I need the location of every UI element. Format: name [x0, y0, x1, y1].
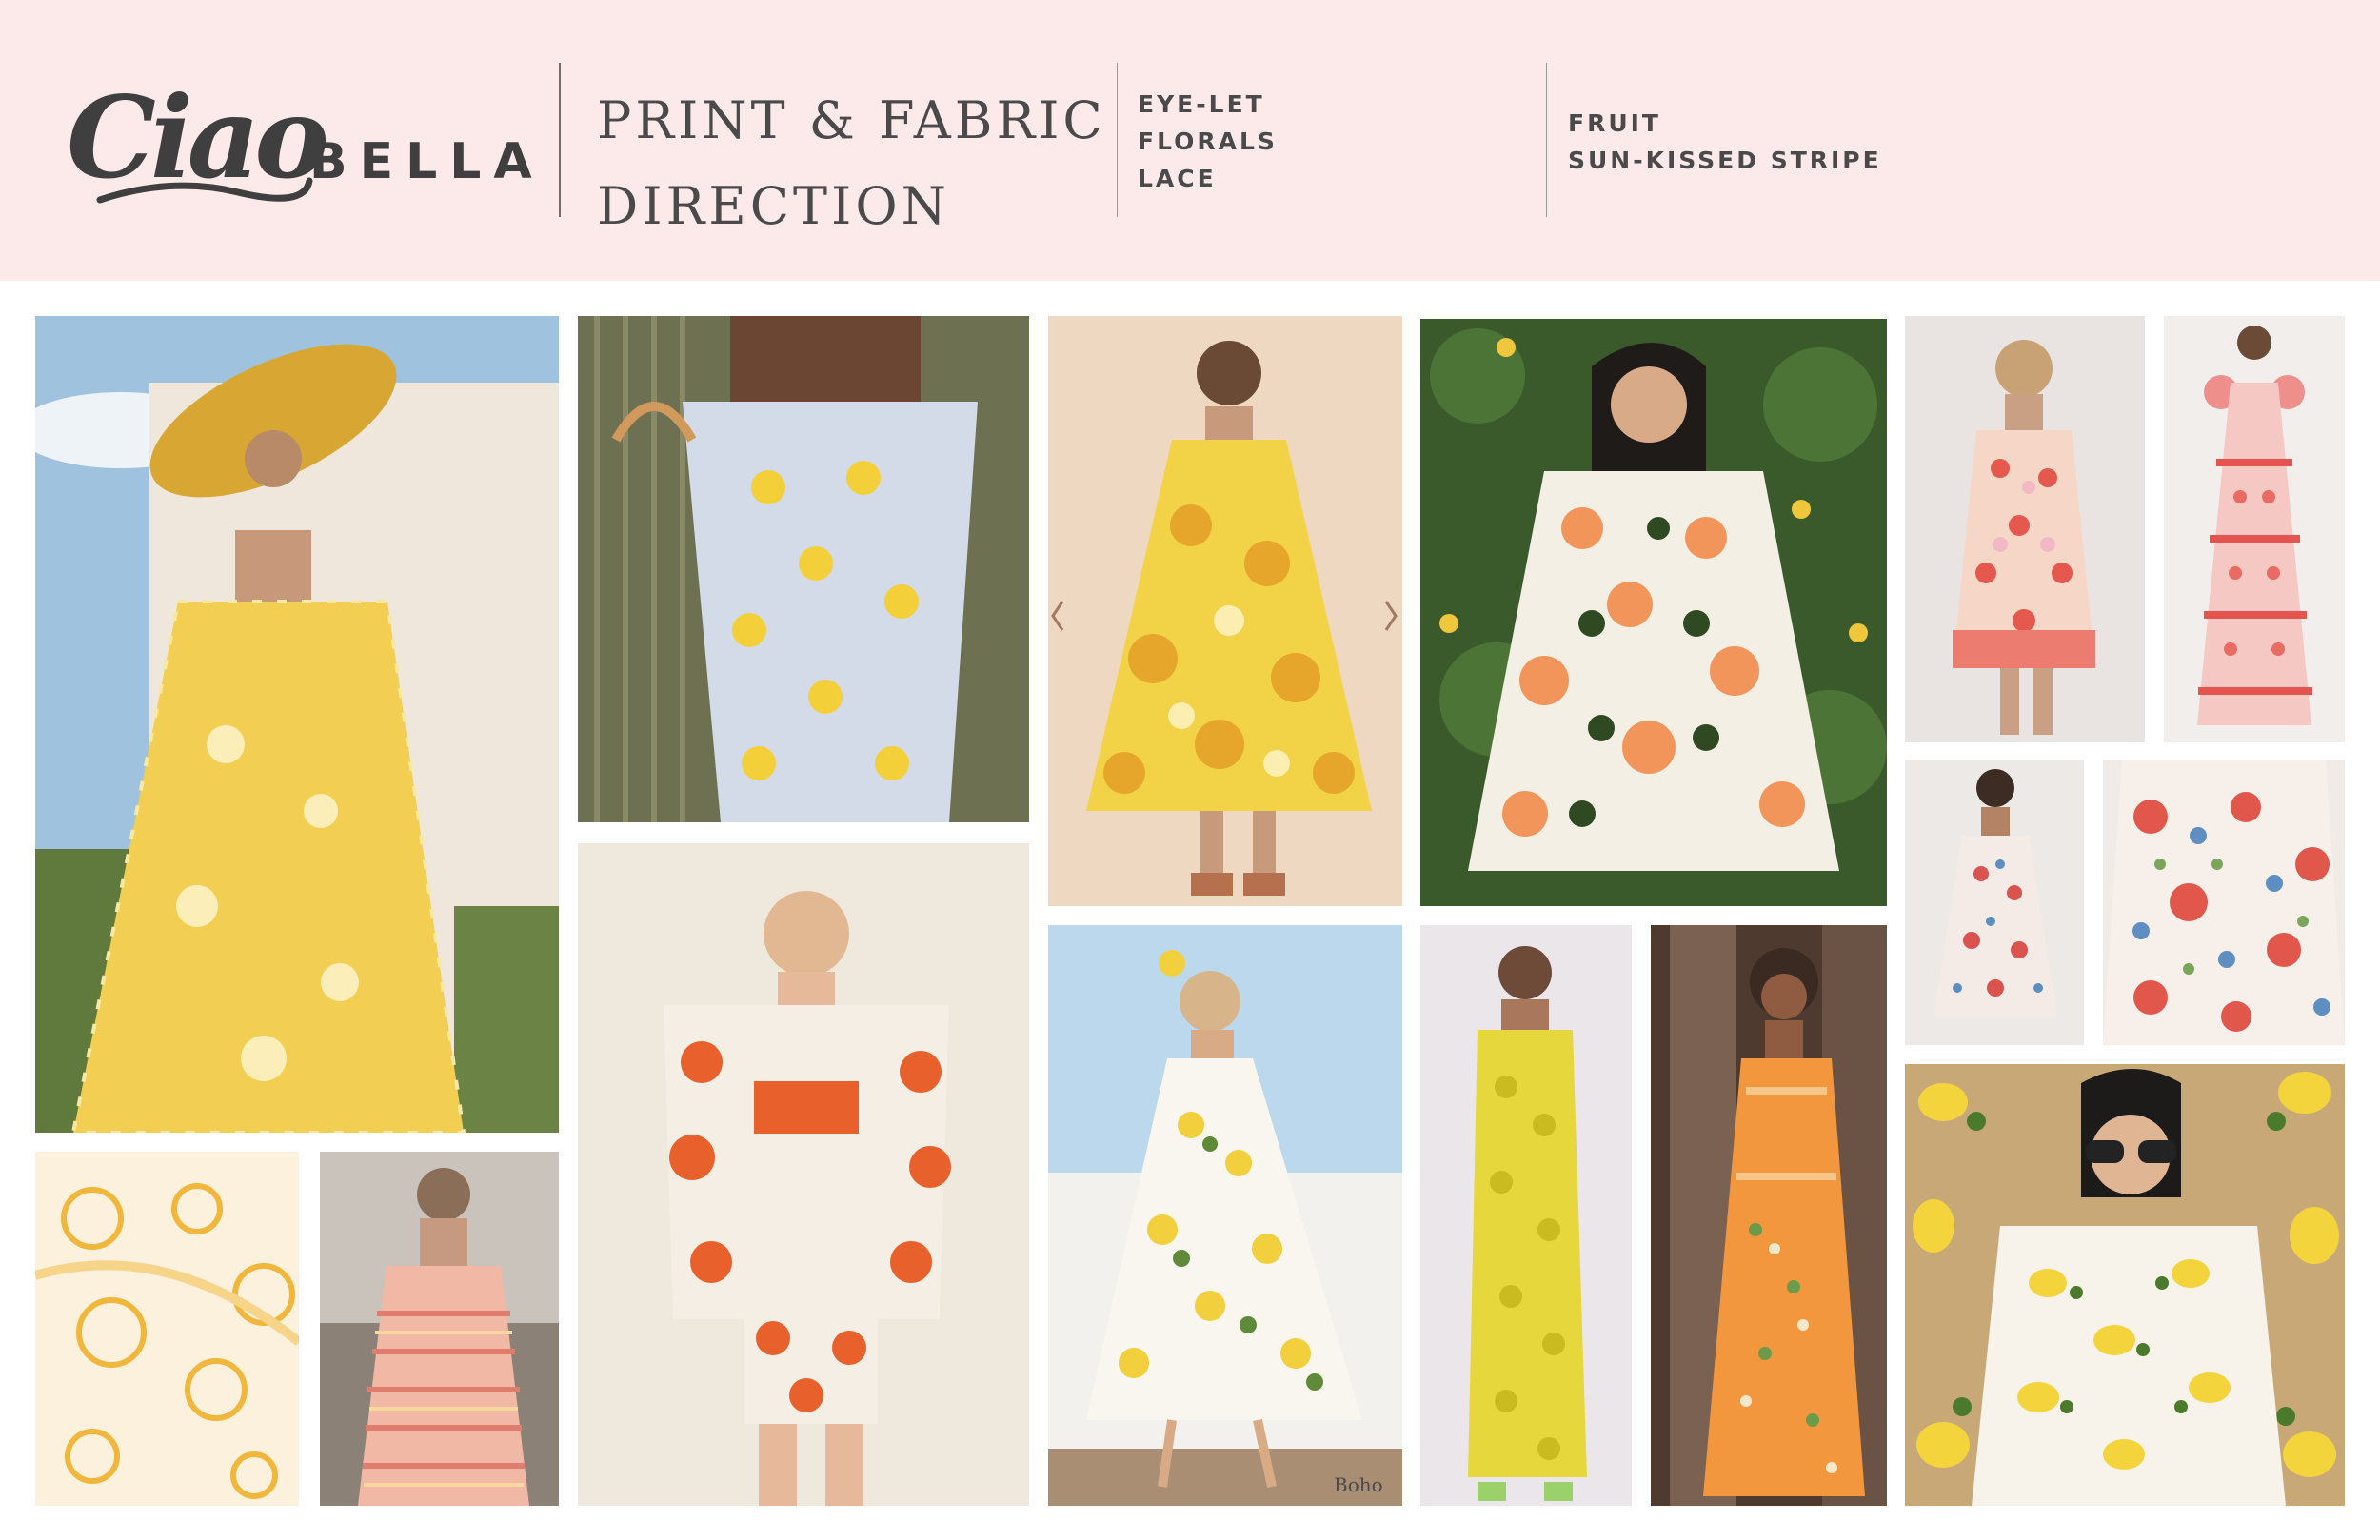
photo-eyelet-fabric	[35, 1152, 299, 1506]
photo-lemon-print-shirt	[1905, 1064, 2345, 1506]
boho-watermark: Boho	[1334, 1473, 1383, 1496]
print-tag-list: FRUIT SUN-KISSED STRIPE	[1568, 105, 1882, 179]
photo-pink-ruffle-maxi	[2164, 316, 2345, 742]
photo-lemon-slip-dress	[578, 316, 1029, 822]
header-divider	[1546, 63, 1547, 217]
photo-folk-floral-skirt	[2103, 760, 2345, 1045]
photo-yellow-lace-gown	[1420, 925, 1632, 1506]
tag-florals: FLORALS	[1138, 128, 1278, 155]
header-divider	[1117, 63, 1118, 217]
tag-eyelet: EYE-LET	[1138, 90, 1265, 118]
tag-fruit: FRUIT	[1568, 109, 1661, 137]
title-line-2: DIRECTION	[597, 176, 950, 236]
photo-striped-knit-dress	[320, 1152, 559, 1506]
tag-lace: LACE	[1138, 165, 1217, 192]
photo-lemon-tiered-maxi: Boho	[1048, 925, 1402, 1506]
header-banner: Ciao BELLA PRINT & FABRIC DIRECTION EYE-…	[0, 0, 2380, 281]
title-line-1: PRINT & FABRIC	[597, 90, 1106, 150]
fabric-tag-list: EYE-LET FLORALS LACE	[1138, 86, 1278, 197]
photo-floral-halter-mini	[1905, 760, 2084, 1045]
photo-coral-knit-set	[578, 843, 1029, 1506]
photo-yellow-floral-midi	[1048, 316, 1402, 906]
header-divider	[559, 63, 561, 217]
logo-swash-icon	[96, 177, 313, 204]
photo-yellow-eyelet-dress	[35, 316, 559, 1133]
logo-word-text: BELLA	[309, 133, 545, 190]
photo-coral-embroidered-mini	[1905, 316, 2145, 742]
photo-orange-embroidered-maxi	[1651, 925, 1887, 1506]
ciao-bella-logo: Ciao BELLA	[67, 57, 532, 219]
photo-citrus-print-dress	[1420, 319, 1887, 906]
tag-sun-kissed-stripe: SUN-KISSED STRIPE	[1568, 147, 1882, 174]
page-title: PRINT & FABRIC DIRECTION	[597, 78, 1106, 249]
